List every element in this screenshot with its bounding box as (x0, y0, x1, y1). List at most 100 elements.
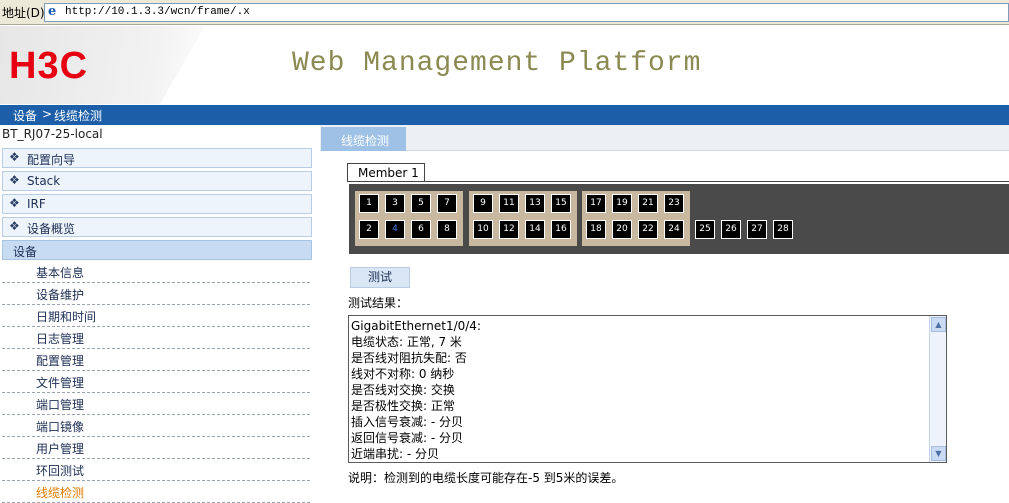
test-button[interactable]: 测试 (350, 267, 410, 288)
breadcrumb-parent[interactable]: 设备 (13, 107, 37, 124)
sidebar: BT_RJ07-25-local ❖ 配置向导 ❖ Stack ❖ IRF ❖ … (0, 125, 318, 503)
url-input[interactable]: e http://10.1.3.3/wcn/frame/.x (44, 3, 1009, 22)
result-line: 返回信号衰减: - 分贝 (351, 431, 464, 445)
sidebar-item-label: 端口管理 (36, 398, 85, 412)
sidebar-item-label: 日期和时间 (36, 310, 97, 324)
sidebar-item-label: 文件管理 (36, 376, 85, 390)
result-line: 电缆状态: 正常, 7 米 (351, 335, 462, 349)
breadcrumb-separator: > (42, 107, 53, 121)
section-label: IRF (27, 197, 46, 211)
diamond-icon: ❖ (9, 219, 20, 233)
diamond-icon: ❖ (9, 150, 20, 164)
port-19[interactable]: 19 (612, 194, 632, 213)
result-line: 插入信号衰减: - 分贝 (351, 415, 464, 429)
port-20[interactable]: 20 (612, 220, 632, 239)
scroll-down-arrow-icon[interactable]: ▼ (931, 446, 946, 461)
result-text: GigabitEthernet1/0/4: 电缆状态: 正常, 7 米是否线对阻抗… (351, 318, 929, 460)
sidebar-item-loopback-test[interactable]: 环回测试 (2, 459, 310, 481)
port-28[interactable]: 28 (773, 220, 793, 239)
port-18[interactable]: 18 (586, 220, 606, 239)
result-label: 测试结果： (348, 296, 409, 310)
address-bar: 地址(D) e http://10.1.3.3/wcn/frame/.x (0, 0, 1009, 25)
header: H3C Web Management Platform (0, 26, 1009, 104)
sidebar-item-label: 线缆检测 (36, 486, 85, 500)
port-6[interactable]: 6 (411, 220, 431, 239)
note-text: 说明：检测到的电缆长度可能存在-5 到5米的误差。 (348, 471, 624, 485)
address-label: 地址(D) (2, 6, 45, 20)
tab-label: 线缆检测 (341, 134, 390, 148)
port-27[interactable]: 27 (747, 220, 767, 239)
section-label: 设备概览 (27, 222, 76, 236)
sidebar-item-log-management[interactable]: 日志管理 (2, 327, 310, 349)
sidebar-item-port-mirroring[interactable]: 端口镜像 (2, 415, 310, 437)
port-11[interactable]: 11 (499, 194, 519, 213)
result-line: 是否线对交换: 交换 (351, 383, 455, 397)
port-13[interactable]: 13 (525, 194, 545, 213)
sidebar-item-label: 环回测试 (36, 464, 85, 478)
port-4[interactable]: 4 (385, 220, 405, 239)
port-26[interactable]: 26 (721, 220, 741, 239)
sidebar-item-label: 配置管理 (36, 354, 85, 368)
sidebar-item-label: 端口镜像 (36, 420, 85, 434)
port-1[interactable]: 1 (359, 194, 379, 213)
sidebar-item-label: 日志管理 (36, 332, 85, 346)
port-10[interactable]: 10 (473, 220, 493, 239)
sidebar-item-label: 基本信息 (36, 266, 85, 280)
result-textarea[interactable]: GigabitEthernet1/0/4: 电缆状态: 正常, 7 米是否线对阻抗… (348, 315, 947, 463)
port-15[interactable]: 15 (551, 194, 571, 213)
port-12[interactable]: 12 (499, 220, 519, 239)
url-text: http://10.1.3.3/wcn/frame/.x (65, 6, 250, 18)
port-2[interactable]: 2 (359, 220, 379, 239)
sidebar-section-device[interactable]: 设备 (2, 240, 312, 260)
port-17[interactable]: 17 (586, 194, 606, 213)
port-16[interactable]: 16 (551, 220, 571, 239)
member-tab[interactable]: Member 1 (347, 163, 425, 182)
sidebar-item-date-time[interactable]: 日期和时间 (2, 305, 310, 327)
port-3[interactable]: 3 (385, 194, 405, 213)
tab-cable-test[interactable]: 线缆检测 (321, 127, 406, 151)
port-22[interactable]: 22 (638, 220, 658, 239)
member-tab-label: Member 1 (358, 166, 419, 180)
result-line: 近端串扰: - 分贝 (351, 447, 440, 460)
sidebar-section-overview[interactable]: ❖ 设备概览 (2, 217, 312, 237)
breadcrumb-current: 线缆检测 (54, 109, 103, 123)
h3c-logo: H3C (9, 45, 89, 87)
section-label: Stack (27, 174, 61, 188)
port-8[interactable]: 8 (437, 220, 457, 239)
sidebar-section-irf[interactable]: ❖ IRF (2, 194, 312, 214)
tab-divider (347, 181, 1009, 182)
sidebar-item-device-maintenance[interactable]: 设备维护 (2, 283, 310, 305)
sidebar-item-basic-info[interactable]: 基本信息 (2, 261, 310, 283)
section-label: 配置向导 (27, 153, 76, 167)
port-14[interactable]: 14 (525, 220, 545, 239)
sidebar-item-label: 用户管理 (36, 442, 85, 456)
scroll-up-arrow-icon[interactable]: ▲ (931, 317, 946, 332)
sidebar-item-cable-test[interactable]: 线缆检测 (2, 481, 310, 503)
diamond-icon: ❖ (9, 173, 20, 187)
port-21[interactable]: 21 (638, 194, 658, 213)
result-line: 是否极性交换: 正常 (351, 399, 455, 413)
sidebar-section-wizard[interactable]: ❖ 配置向导 (2, 148, 312, 168)
port-9[interactable]: 9 (473, 194, 493, 213)
sidebar-item-user-management[interactable]: 用户管理 (2, 437, 310, 459)
vertical-scrollbar[interactable]: ▲ ▼ (929, 316, 946, 462)
port-23[interactable]: 23 (664, 194, 684, 213)
port-25[interactable]: 25 (695, 220, 715, 239)
main-tab-bar: 线缆检测 (320, 125, 1009, 151)
device-name: BT_RJ07-25-local (2, 127, 103, 141)
breadcrumb: 设备 > 线缆检测 (0, 105, 1009, 125)
section-label: 设备 (13, 245, 38, 259)
sidebar-item-file-management[interactable]: 文件管理 (2, 371, 310, 393)
platform-title: Web Management Platform (292, 48, 702, 79)
main-content: 线缆检测 Member 1 1 3 5 7 9 11 13 15 17 19 21 23 2 4 6 8 10 1… (320, 125, 1009, 497)
port-24[interactable]: 24 (664, 220, 684, 239)
sidebar-item-port-management[interactable]: 端口管理 (2, 393, 310, 415)
port-7[interactable]: 7 (437, 194, 457, 213)
sidebar-item-label: 设备维护 (36, 288, 85, 302)
sidebar-section-stack[interactable]: ❖ Stack (2, 171, 312, 191)
result-line: GigabitEthernet1/0/4: (351, 319, 481, 333)
ie-icon: e (48, 4, 57, 19)
result-line: 是否线对阻抗失配: 否 (351, 351, 467, 365)
port-5[interactable]: 5 (411, 194, 431, 213)
sidebar-item-config-management[interactable]: 配置管理 (2, 349, 310, 371)
